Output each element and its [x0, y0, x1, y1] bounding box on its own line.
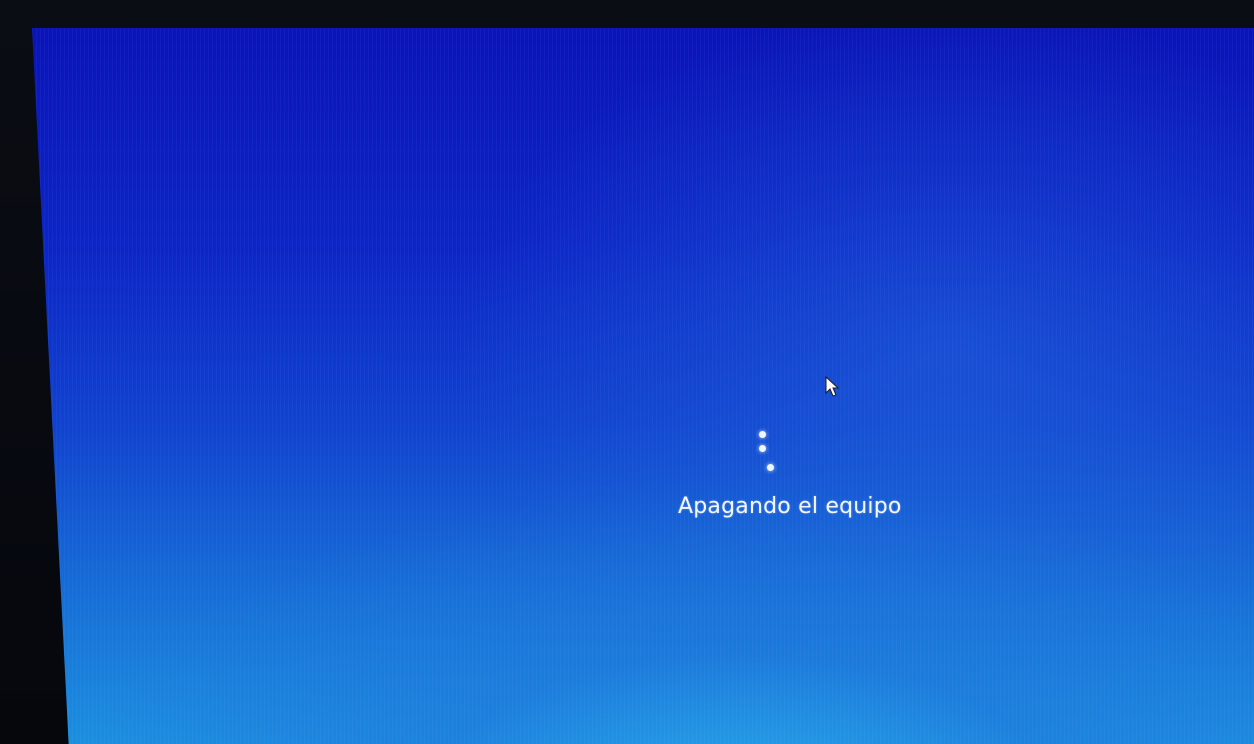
loading-dot: [759, 445, 766, 452]
loading-dot: [767, 464, 774, 471]
loading-dots-icon: [756, 428, 786, 476]
mouse-pointer-icon: [825, 376, 839, 397]
shutdown-screen: Apagando el equipo: [32, 28, 1254, 744]
shutdown-status-text: Apagando el equipo: [678, 494, 902, 519]
loading-dot: [759, 431, 766, 438]
monitor-bezel: Apagando el equipo: [0, 0, 1254, 744]
